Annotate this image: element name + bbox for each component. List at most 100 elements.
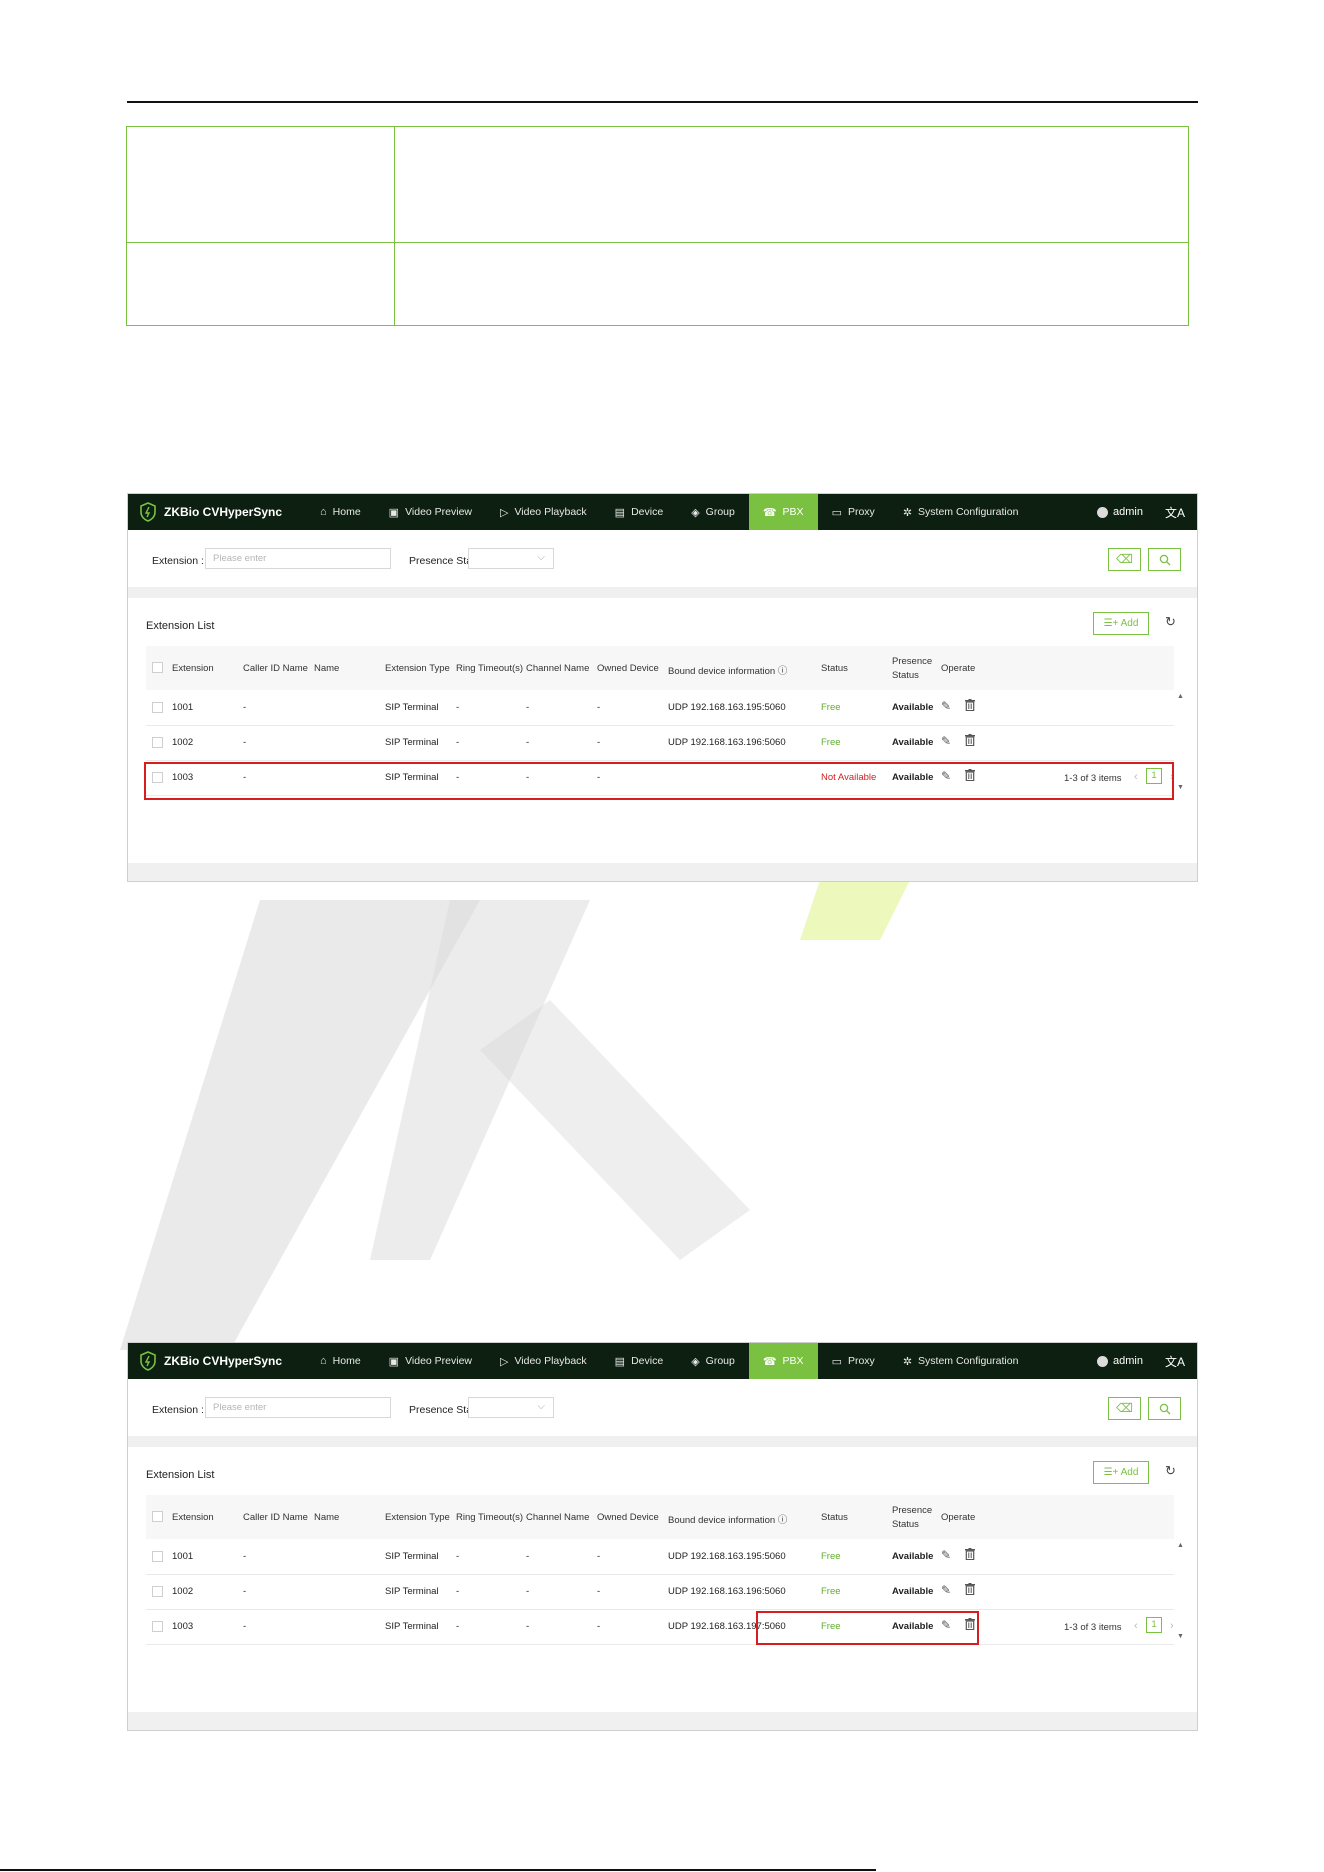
home-icon: ⌂: [320, 1355, 327, 1367]
row-checkbox[interactable]: [152, 1586, 163, 1597]
add-button-label: Add: [1120, 1467, 1139, 1478]
scroll-up-arrow[interactable]: ▲: [1177, 693, 1184, 700]
nav-item-group[interactable]: ◈ Group: [677, 494, 749, 530]
column-header: Extension: [172, 1512, 214, 1523]
cell-ring: -: [456, 1551, 460, 1562]
row-checkbox[interactable]: [152, 702, 163, 713]
info-cell: [394, 126, 1189, 243]
cell-type: SIP Terminal: [385, 1586, 439, 1597]
language-icon[interactable]: 文A: [1165, 504, 1185, 521]
add-extension-button[interactable]: ☰+ Add: [1093, 1461, 1149, 1484]
delete-icon[interactable]: [965, 1548, 975, 1563]
extension-filter-input[interactable]: Please enter: [205, 548, 391, 569]
nav-item-video-playback[interactable]: ▷ Video Playback: [486, 1343, 601, 1379]
nav-item-pbx[interactable]: ☎ PBX: [748, 494, 818, 530]
nav-item-video-preview[interactable]: ▣ Video Preview: [375, 1343, 486, 1379]
highlight-box-row-1003: [144, 762, 1174, 800]
cell-ring: -: [456, 737, 460, 748]
avatar-icon[interactable]: [1097, 1355, 1109, 1367]
delete-icon[interactable]: [965, 1583, 975, 1598]
proxy-icon: ▭: [831, 1355, 842, 1368]
cell-type: SIP Terminal: [385, 1551, 439, 1562]
column-header: Channel Name: [526, 1512, 590, 1523]
edit-icon[interactable]: ✎: [941, 1548, 951, 1562]
chevron-down-icon: ⌵: [537, 1401, 545, 1412]
refresh-icon[interactable]: ↻: [1165, 614, 1176, 630]
top-nav-bar: ZKBio CVHyperSync ⌂ Home ▣ Video Preview ▷ Vid…: [128, 494, 1197, 530]
video-playback-icon: ▷: [500, 506, 509, 519]
cell-presence: Available: [892, 1586, 934, 1597]
language-icon[interactable]: 文A: [1165, 1353, 1185, 1370]
row-checkbox[interactable]: [152, 737, 163, 748]
cell-channel: -: [526, 1621, 530, 1632]
cell-channel: -: [526, 1551, 530, 1562]
nav-item-proxy[interactable]: ▭ Proxy: [818, 494, 889, 530]
proxy-icon: ▭: [831, 506, 842, 519]
select-all-checkbox[interactable]: [152, 1511, 163, 1522]
nav-item-label: Home: [332, 506, 361, 518]
cell-caller-id: -: [243, 737, 247, 748]
scroll-up-arrow[interactable]: ▲: [1177, 1542, 1184, 1549]
user-name[interactable]: admin: [1113, 1355, 1143, 1367]
nav-item-video-playback[interactable]: ▷ Video Playback: [486, 494, 601, 530]
cell-extension: 1003: [172, 1621, 194, 1632]
nav-item-device[interactable]: ▤ Device: [601, 1343, 678, 1379]
nav-item-device[interactable]: ▤ Device: [601, 494, 678, 530]
nav-item-home[interactable]: ⌂ Home: [306, 494, 375, 530]
gear-icon: ✲: [902, 506, 913, 519]
presence-status-select[interactable]: ⌵: [468, 1397, 554, 1418]
nav-item-pbx[interactable]: ☎ PBX: [748, 1343, 818, 1379]
delete-icon[interactable]: [965, 734, 975, 749]
extension-list-title: Extension List: [146, 620, 215, 632]
search-button[interactable]: [1148, 1397, 1181, 1420]
column-header: Bound device information ⓘ: [668, 666, 788, 677]
search-button[interactable]: [1148, 548, 1181, 571]
clear-filter-button[interactable]: ⌫: [1108, 1397, 1141, 1420]
clear-filter-button[interactable]: ⌫: [1108, 548, 1141, 571]
nav-item-label: Group: [705, 1355, 735, 1367]
page-number-button[interactable]: 1: [1146, 1617, 1162, 1633]
column-header: Ring Timeout(s): [456, 1512, 524, 1523]
nav-item-system-configuration[interactable]: ✲ System Configuration: [889, 1343, 1033, 1379]
nav-item-system-configuration[interactable]: ✲ System Configuration: [889, 494, 1033, 530]
select-all-checkbox[interactable]: [152, 662, 163, 673]
nav-menu: ⌂ Home ▣ Video Preview ▷ Video Playback ▤ Devic…: [306, 1343, 1032, 1379]
avatar-icon[interactable]: [1097, 506, 1109, 518]
app-screenshot: ZKBio CVHyperSync ⌂ Home ▣ Video Preview ▷ Vid…: [127, 493, 1198, 882]
add-extension-button[interactable]: ☰+ Add: [1093, 612, 1149, 635]
column-header: Extension Type: [385, 1512, 450, 1523]
brand: ZKBio CVHyperSync: [128, 1351, 290, 1371]
cell-extension: 1002: [172, 1586, 194, 1597]
cell-owned: -: [597, 1586, 601, 1597]
brand: ZKBio CVHyperSync: [128, 502, 290, 522]
cell-status: Free: [821, 737, 841, 748]
column-header: Operate: [941, 663, 976, 674]
nav-item-label: Video Playback: [514, 1355, 587, 1367]
footer-rule: [0, 1869, 876, 1871]
next-page-icon[interactable]: ›: [1170, 1620, 1174, 1632]
column-header: Operate: [941, 1512, 976, 1523]
nav-item-proxy[interactable]: ▭ Proxy: [818, 1343, 889, 1379]
nav-item-group[interactable]: ◈ Group: [677, 1343, 749, 1379]
scroll-down-arrow[interactable]: ▼: [1177, 1633, 1184, 1640]
edit-icon[interactable]: ✎: [941, 734, 951, 748]
edit-icon[interactable]: ✎: [941, 1583, 951, 1597]
extension-filter-input[interactable]: Please enter: [205, 1397, 391, 1418]
nav-item-home[interactable]: ⌂ Home: [306, 1343, 375, 1379]
info-table-row: [126, 242, 1189, 326]
video-playback-icon: ▷: [500, 1355, 509, 1368]
pbx-icon: ☎: [762, 1355, 777, 1368]
row-checkbox[interactable]: [152, 1621, 163, 1632]
refresh-icon[interactable]: ↻: [1165, 1463, 1176, 1479]
prev-page-icon[interactable]: ‹: [1134, 1620, 1138, 1632]
row-checkbox[interactable]: [152, 1551, 163, 1562]
cell-owned: -: [597, 702, 601, 713]
edit-icon[interactable]: ✎: [941, 699, 951, 713]
cell-presence: Available: [892, 702, 934, 713]
delete-icon[interactable]: [965, 699, 975, 714]
scroll-down-arrow[interactable]: ▼: [1177, 784, 1184, 791]
nav-item-video-preview[interactable]: ▣ Video Preview: [375, 494, 486, 530]
user-name[interactable]: admin: [1113, 506, 1143, 518]
nav-menu: ⌂ Home ▣ Video Preview ▷ Video Playback ▤ Devic…: [306, 494, 1032, 530]
presence-status-select[interactable]: ⌵: [468, 548, 554, 569]
